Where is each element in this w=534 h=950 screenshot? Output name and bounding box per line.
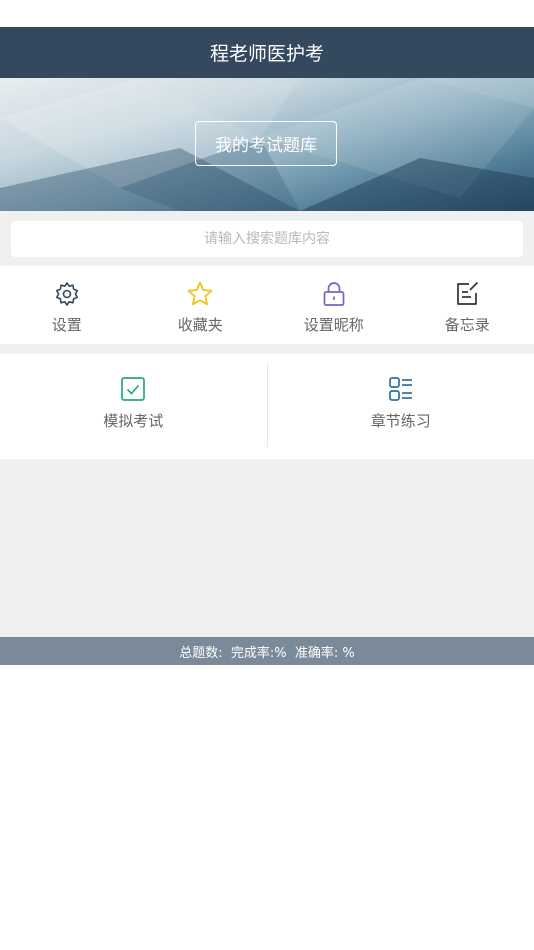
section-gap: [0, 344, 534, 354]
search-input[interactable]: [11, 221, 523, 257]
edit-icon: [457, 281, 479, 305]
set-nickname-label: 设置昵称: [303, 316, 364, 334]
toolbar: 设置 收藏夹 设置昵称 备忘录: [0, 266, 534, 344]
content-area: [0, 459, 534, 637]
settings-label: 设置: [51, 316, 82, 334]
star-icon: [187, 281, 213, 306]
favorites-label: 收藏夹: [177, 316, 223, 334]
app-header: 程老师医护考: [0, 27, 534, 78]
settings-button[interactable]: 设置: [0, 266, 134, 344]
chapter-practice-button[interactable]: 章节练习: [268, 354, 534, 459]
gear-icon: [55, 282, 78, 306]
practice-modes: 模拟考试 章节练习: [0, 354, 534, 459]
lock-icon: [323, 282, 345, 306]
checkbox-icon: [121, 377, 146, 401]
mock-exam-button[interactable]: 模拟考试: [0, 354, 267, 459]
stats-text: 总题数: 完成率:% 准确率: %: [179, 645, 355, 661]
list-icon: [388, 377, 412, 401]
search-bar: [0, 211, 534, 266]
stats-bar: 总题数: 完成率:% 准确率: %: [0, 637, 534, 665]
set-nickname-button[interactable]: 设置昵称: [267, 266, 401, 344]
page-title: 程老师医护考: [209, 43, 324, 65]
bottom-area: [0, 665, 534, 949]
status-bar: [0, 0, 534, 27]
my-exam-bank-button[interactable]: 我的考试题库: [195, 121, 337, 166]
favorites-button[interactable]: 收藏夹: [134, 266, 268, 344]
memo-button[interactable]: 备忘录: [401, 266, 534, 344]
banner: 我的考试题库: [0, 78, 534, 211]
chapter-practice-label: 章节练习: [370, 412, 431, 430]
mock-exam-label: 模拟考试: [103, 412, 164, 430]
memo-label: 备忘录: [444, 316, 490, 334]
